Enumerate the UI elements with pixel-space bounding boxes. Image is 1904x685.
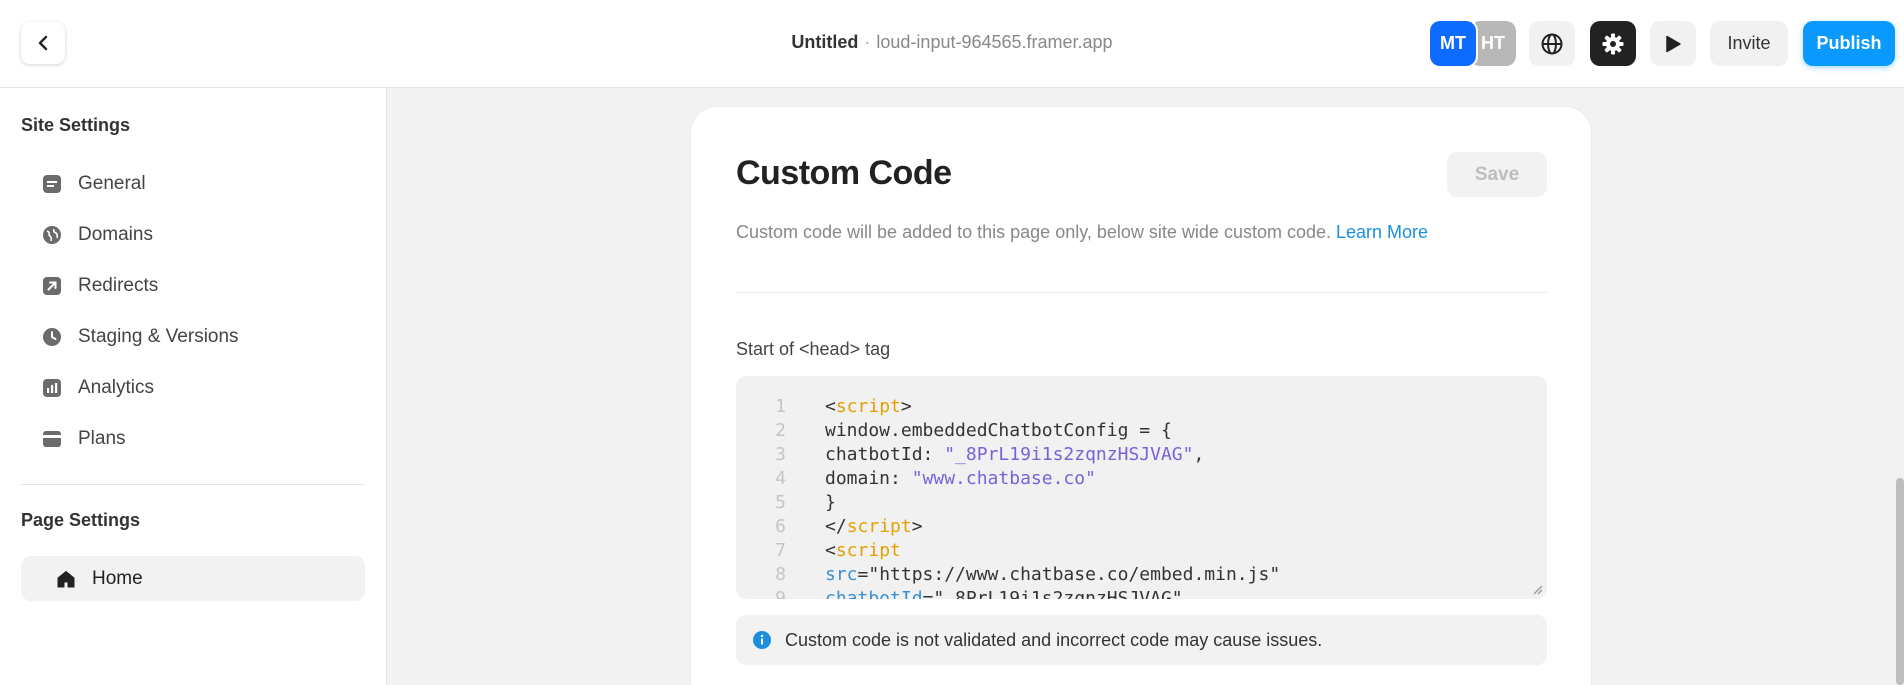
code-token: "_8PrL19i1s2zqnzHSJVAG" [944, 444, 1194, 465]
publish-button[interactable]: Publish [1803, 21, 1895, 66]
code-text: src="https://www.chatbase.co/embed.min.j… [825, 563, 1280, 587]
sidebar-item-staging-versions[interactable]: Staging & Versions [21, 316, 365, 358]
line-number: 1 [775, 396, 786, 417]
code-token: < [825, 396, 836, 417]
line-number: 9 [775, 588, 786, 599]
info-icon [753, 631, 771, 649]
avatar-mt[interactable]: MT [1430, 21, 1476, 66]
project-url[interactable]: loud-input-964565.framer.app [876, 32, 1112, 52]
settings-button[interactable] [1590, 21, 1636, 66]
head-tag-label: Start of <head> tag [736, 339, 891, 359]
code-text: } [825, 491, 836, 515]
line-number: 3 [775, 444, 786, 465]
analytics-icon [43, 379, 61, 397]
head-code-editor[interactable]: 1 <script> 2 window.embeddedChatbotConfig =… [736, 376, 1547, 599]
language-button[interactable] [1529, 21, 1575, 66]
code-token: , [1193, 444, 1205, 465]
code-token: script [846, 516, 912, 537]
globe-icon [43, 226, 61, 244]
code-token: "www.chatbase.co" [911, 468, 1096, 489]
clock-icon [43, 328, 61, 346]
line-number: 6 [775, 516, 786, 537]
code-token: script [835, 396, 901, 417]
save-button[interactable]: Save [1447, 152, 1547, 197]
code-token: script [835, 540, 901, 561]
page-settings-title: Page Settings [21, 510, 141, 530]
code-token: </ [825, 516, 847, 537]
code-token: > [900, 396, 912, 417]
sidebar-item-label: Analytics [78, 377, 155, 398]
gear-icon [1602, 33, 1624, 54]
preview-button[interactable] [1650, 21, 1696, 66]
home-icon [57, 570, 75, 588]
code-text: window.embeddedChatbotConfig = { [825, 419, 1172, 443]
line-number: 5 [775, 492, 786, 513]
play-icon [1666, 35, 1681, 52]
sidebar-item-general[interactable]: General [21, 163, 365, 205]
avatar-ht[interactable]: HT [1470, 21, 1516, 66]
top-bar: Untitled · loud-input-964565.framer.app MT… [0, 0, 1904, 88]
custom-code-panel: Custom Code Save Custom code will be add… [691, 107, 1591, 685]
sidebar-item-redirects[interactable]: Redirects [21, 265, 365, 307]
site-settings-title: Site Settings [21, 115, 131, 135]
code-text: chatbotId: "_8PrL19i1s2zqnzHSJVAG", [825, 443, 1204, 467]
code-text: <script> [825, 395, 912, 419]
sidebar-item-label: Staging & Versions [78, 326, 239, 347]
code-token: > [911, 516, 923, 537]
validation-notice: Custom code is not validated and incorre… [736, 615, 1547, 665]
sidebar-item-label: Redirects [78, 275, 159, 296]
sidebar-item-domains[interactable]: Domains [21, 214, 365, 256]
line-number: 8 [775, 564, 786, 585]
title-separator: · [864, 32, 871, 52]
sidebar-item-home[interactable]: Home [21, 556, 365, 601]
invite-button[interactable]: Invite [1710, 21, 1788, 66]
code-token: domain: [825, 468, 912, 489]
sidebar-item-label: Domains [78, 224, 153, 245]
sidebar-divider [21, 484, 365, 485]
code-token: src [825, 564, 858, 585]
code-text: </script> [825, 515, 923, 539]
code-token: } [825, 492, 836, 513]
code-token: < [825, 540, 836, 561]
sidebar-item-analytics[interactable]: Analytics [21, 367, 365, 409]
sidebar-item-label: Plans [78, 428, 126, 449]
notice-text: Custom code is not validated and incorre… [785, 629, 1323, 650]
line-number: 2 [775, 420, 786, 441]
globe-icon [1541, 33, 1563, 54]
learn-more-link[interactable]: Learn More [1336, 222, 1428, 242]
code-text: chatbotId="_8PrL19i1s2zqnzHSJVAG" [825, 587, 1183, 599]
card-icon [43, 430, 61, 448]
code-token: chatbotId: [825, 444, 945, 465]
sidebar-item-plans[interactable]: Plans [21, 418, 365, 460]
code-token: ="https://www.chatbase.co/embed.min.js" [857, 564, 1281, 585]
resize-handle-icon[interactable] [1531, 583, 1543, 595]
code-text: <script [825, 539, 901, 563]
sidebar-item-label: General [78, 173, 146, 194]
code-text: domain: "www.chatbase.co" [825, 467, 1096, 491]
code-token: chatbotId [825, 588, 923, 599]
scrollbar-thumb[interactable] [1896, 478, 1904, 685]
panel-description: Custom code will be added to this page o… [736, 222, 1428, 243]
code-token: window.embeddedChatbotConfig = { [825, 420, 1172, 441]
settings-sidebar: Site Settings General Domains Redirects … [0, 88, 387, 685]
page-title: Custom Code [736, 154, 952, 192]
line-number: 7 [775, 540, 786, 561]
sidebar-item-label: Home [92, 567, 143, 589]
panel-divider [736, 292, 1547, 293]
redirect-icon [43, 277, 61, 295]
project-name[interactable]: Untitled [791, 32, 858, 52]
description-text: Custom code will be added to this page o… [736, 222, 1331, 242]
line-number: 4 [775, 468, 786, 489]
general-icon [43, 175, 61, 193]
code-token: ="_8PrL19i1s2zqnzHSJVAG" [922, 588, 1183, 599]
